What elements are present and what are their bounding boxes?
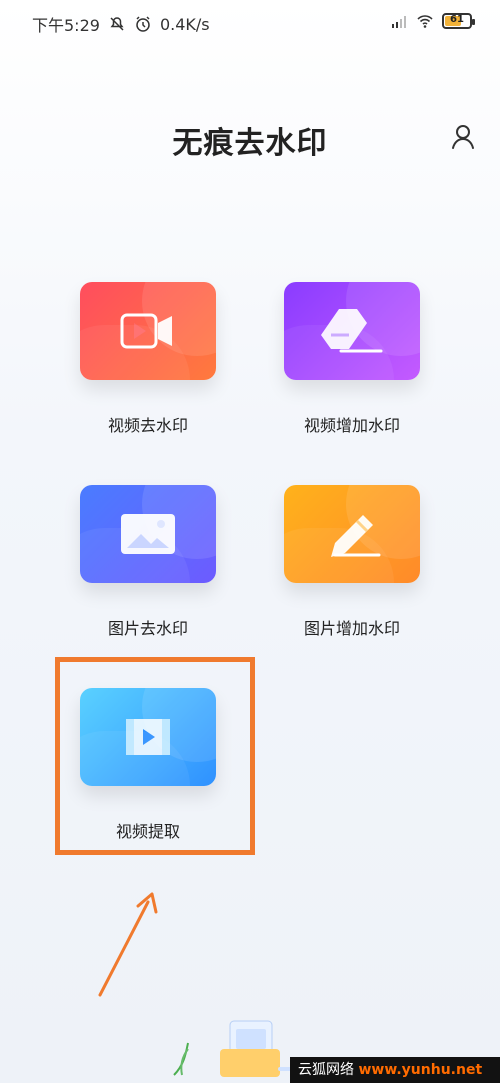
annotation-arrow [98, 892, 158, 997]
status-bar: 下午5:29 0.4K/s 61 [0, 0, 500, 44]
status-right: 61 [390, 12, 475, 30]
feature-tile[interactable] [80, 485, 216, 583]
site-watermark: 云狐网络 www.yunhu.net [290, 1057, 500, 1083]
wifi-icon [416, 12, 434, 30]
feature-label: 图片增加水印 [303, 619, 400, 638]
signal-icon [390, 12, 408, 30]
feature-video-add-watermark[interactable]: 视频增加水印 [284, 282, 420, 436]
image-icon [121, 514, 175, 554]
feature-label: 视频增加水印 [303, 416, 400, 435]
network-speed: 0.4K/s [159, 14, 210, 34]
feature-tile[interactable] [284, 485, 420, 583]
feature-image-add-watermark[interactable]: 图片增加水印 [284, 485, 420, 639]
pencil-icon [331, 515, 381, 557]
alarm-icon [134, 15, 152, 33]
battery-level: 61 [450, 14, 464, 25]
profile-button[interactable] [448, 122, 478, 152]
status-time: 下午5:29 [32, 16, 100, 35]
battery-icon: 61 [442, 13, 475, 29]
watermark-url: www.yunhu.net [358, 1062, 483, 1078]
watermark-text: 云狐网络 [298, 1062, 354, 1078]
page-title: 无痕去水印 [172, 126, 328, 161]
feature-label: 视频去水印 [107, 416, 188, 435]
status-left: 下午5:29 0.4K/s [32, 12, 210, 36]
feature-video-remove-watermark[interactable]: 视频去水印 [80, 282, 216, 436]
mute-icon [108, 15, 126, 33]
feature-tile[interactable] [80, 282, 216, 380]
video-camera-icon [120, 313, 172, 349]
feature-tile[interactable] [284, 282, 420, 380]
feature-image-remove-watermark[interactable]: 图片去水印 [80, 485, 216, 639]
highlight-box [55, 657, 255, 855]
feature-label: 图片去水印 [107, 619, 188, 638]
eraser-icon [321, 309, 383, 353]
user-icon [452, 125, 474, 149]
